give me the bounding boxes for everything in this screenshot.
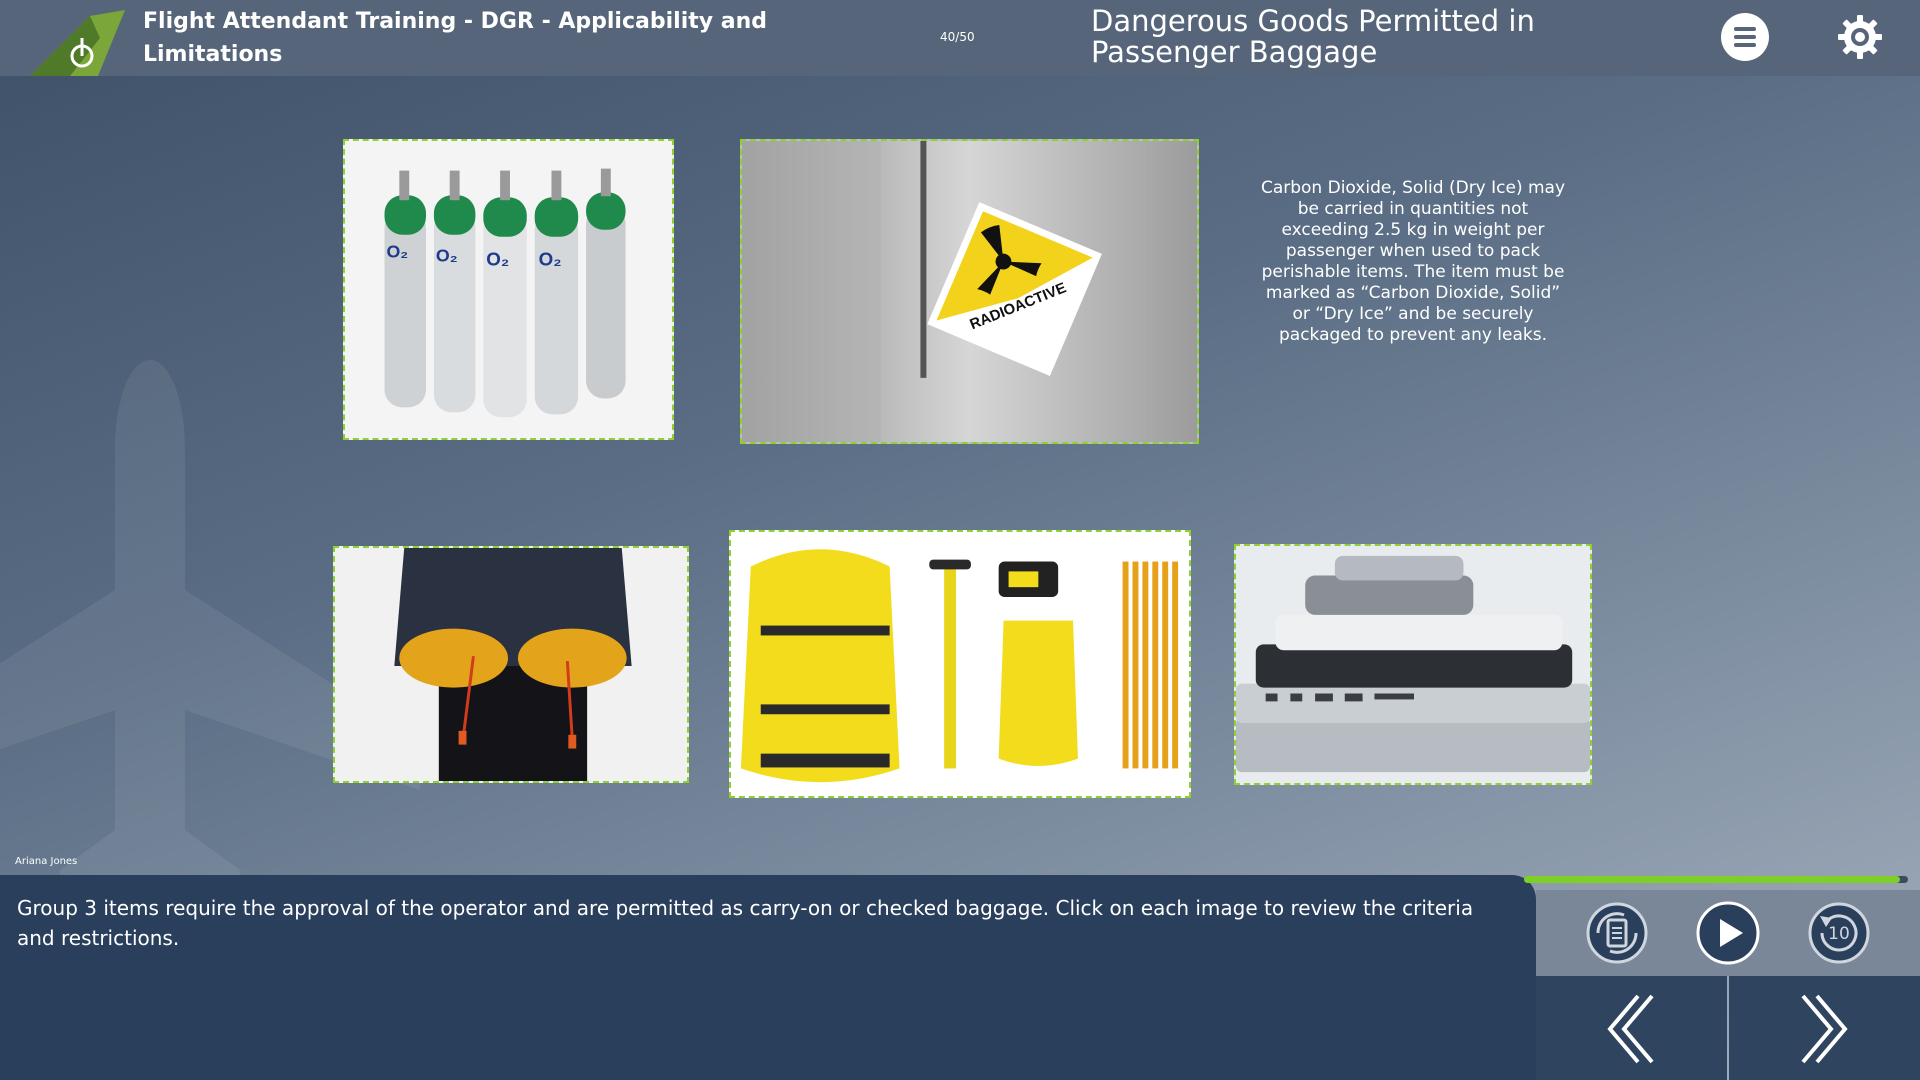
hamburger-icon (1734, 27, 1756, 47)
next-slide-button[interactable] (1729, 976, 1920, 1080)
double-chevron-left-icon (1607, 994, 1654, 1064)
oxygen-label: O₂ (386, 241, 408, 261)
progress-fill (1524, 876, 1901, 883)
electronic-devices-illustration (1236, 546, 1590, 783)
narration-text: Group 3 items require the approval of th… (17, 896, 1474, 950)
airline-tail-logo (30, 10, 125, 76)
gear-icon (1838, 15, 1882, 59)
slide-title: Dangerous Goods Permitted in Passenger B… (1091, 4, 1535, 69)
radioactive-container-illustration: RADIOACTIVE (742, 141, 1197, 442)
menu-button[interactable] (1721, 13, 1769, 61)
page-counter: 40/50 (940, 30, 975, 44)
life-jacket-image[interactable] (333, 546, 689, 783)
radioactive-material-image[interactable]: RADIOACTIVE (740, 139, 1199, 444)
play-icon (1696, 901, 1760, 965)
course-title: Flight Attendant Training - DGR - Applic… (143, 9, 768, 67)
control-bar: 10 (1536, 890, 1920, 976)
transcript-icon (1586, 902, 1648, 964)
replay-10-button[interactable]: 10 (1806, 900, 1872, 966)
oxygen-label: O₂ (436, 245, 458, 265)
item-criteria-text: Carbon Dioxide, Solid (Dry Ice) may be c… (1260, 178, 1566, 345)
narration-panel: Group 3 items require the approval of th… (0, 875, 1536, 1080)
oxygen-cylinders-image[interactable]: O₂ O₂ O₂ O₂ (343, 139, 674, 440)
top-bar: Flight Attendant Training - DGR - Applic… (0, 0, 1920, 76)
portable-electronic-devices-image[interactable] (1234, 544, 1592, 785)
avalanche-rescue-pack-image[interactable] (729, 530, 1191, 798)
play-button[interactable] (1695, 900, 1761, 966)
previous-slide-button[interactable] (1536, 976, 1727, 1080)
narrator-name: Ariana Jones (15, 856, 78, 867)
oxygen-cylinders-illustration: O₂ O₂ O₂ O₂ (345, 141, 672, 438)
oxygen-label: O₂ (539, 248, 562, 269)
avalanche-kit-illustration (731, 532, 1189, 796)
life-jacket-illustration (335, 548, 687, 781)
double-chevron-right-icon (1801, 994, 1848, 1064)
slide-progress-bar (1524, 876, 1908, 883)
settings-button[interactable] (1836, 13, 1884, 61)
replay-seconds-label: 10 (1828, 924, 1850, 944)
oxygen-label: O₂ (486, 248, 509, 269)
player-controls: 10 (1536, 890, 1920, 1080)
transcript-button[interactable] (1584, 900, 1650, 966)
replay-10-icon: 10 (1808, 902, 1870, 964)
